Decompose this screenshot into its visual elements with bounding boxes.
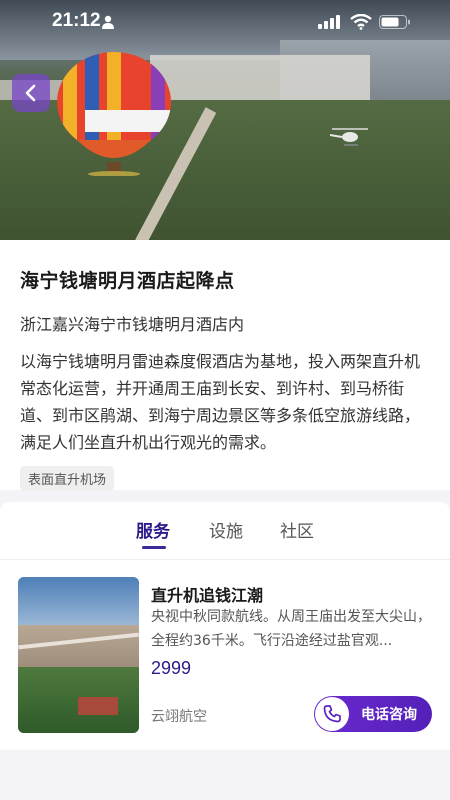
person-icon <box>102 15 114 29</box>
active-tab-indicator <box>142 546 166 549</box>
thumb-sky <box>18 577 139 627</box>
location-address: 浙江嘉兴海宁市钱塘明月酒店内 <box>20 315 245 334</box>
phone-consult-label: 电话咨询 <box>361 707 417 723</box>
thumb-pavilion <box>78 697 118 715</box>
status-time: 21:12 <box>52 10 101 31</box>
phone-consult-button[interactable]: 电话咨询 <box>314 696 432 732</box>
wifi-icon <box>350 14 372 30</box>
tab-bar: 服务 设施 社区 <box>0 502 450 560</box>
tab-community[interactable]: 社区 <box>280 517 314 542</box>
hero-buildings <box>150 55 370 100</box>
location-description: 以海宁钱塘明月雷迪森度假酒店为基地，投入两架直升机常态化运营，并开通周王庙到长安… <box>20 352 421 452</box>
location-info-card: 海宁钱塘明月酒店起降点 浙江嘉兴海宁市钱塘明月酒店内 以海宁钱塘明月雷迪森度假酒… <box>0 240 450 491</box>
service-price: 2999 <box>151 658 192 678</box>
phone-icon <box>315 697 349 731</box>
hot-air-balloon-icon <box>57 52 171 176</box>
battery-icon <box>379 15 410 29</box>
helicopter-icon <box>330 128 368 146</box>
chevron-left-icon <box>25 84 36 102</box>
back-button[interactable] <box>12 74 50 112</box>
service-card[interactable]: 直升机追钱江潮 央视中秋同款航线。从周王庙出发至大尖山，全程约36千米。飞行沿途… <box>0 560 450 750</box>
location-title: 海宁钱塘明月酒店起降点 <box>20 270 235 292</box>
service-title: 直升机追钱江潮 <box>151 586 264 605</box>
status-bar: 21:12 <box>0 0 450 40</box>
service-description: 央视中秋同款航线。从周王庙出发至大尖山，全程约36千米。飞行沿途经过盐官观... <box>151 609 431 649</box>
service-provider: 云翊航空 <box>151 709 207 725</box>
tab-facilities[interactable]: 设施 <box>209 517 243 542</box>
service-thumbnail <box>18 577 139 733</box>
tab-service[interactable]: 服务 <box>136 517 170 542</box>
location-type-tag: 表面直升机场 <box>20 466 115 491</box>
cellular-signal-icon <box>318 15 340 29</box>
thumb-river <box>18 625 139 670</box>
